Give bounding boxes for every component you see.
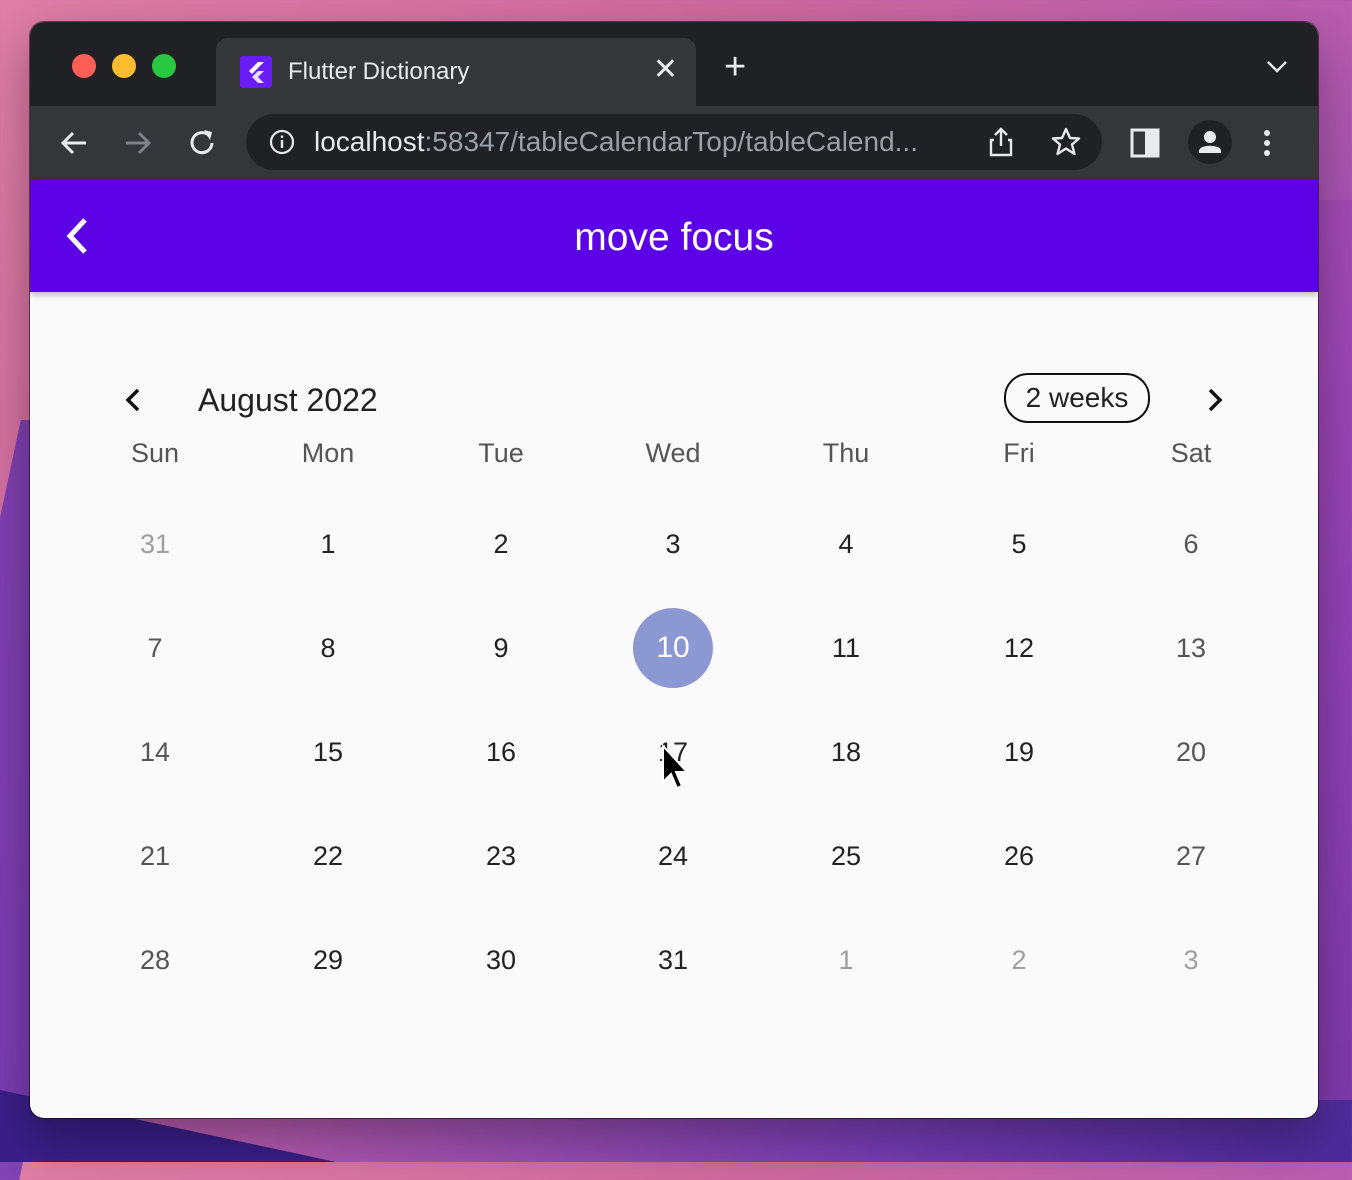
share-icon[interactable] [986, 126, 1016, 158]
day-cell[interactable]: 20 [1111, 732, 1271, 772]
person-icon [1199, 131, 1221, 153]
tab-search-chevron-icon[interactable] [1266, 60, 1288, 74]
back-arrow-icon[interactable] [56, 125, 92, 161]
weekday-label: Mon [301, 438, 355, 468]
tab-title: Flutter Dictionary [288, 58, 470, 85]
address-bar[interactable]: localhost:58347/tableCalendarTop/tableCa… [246, 114, 1102, 170]
weekday-label: Sat [1170, 438, 1212, 468]
side-panel-icon[interactable] [1130, 128, 1162, 158]
calendar-header: August 2022 2 weeks [0, 370, 1352, 430]
new-tab-icon[interactable]: + [724, 48, 746, 86]
url-text[interactable]: localhost:58347/tableCalendarTop/tableCa… [314, 126, 918, 158]
outside-day-cell[interactable]: 2 [939, 940, 1099, 980]
weekday-label: Fri [1003, 438, 1035, 468]
next-month-chevron-icon[interactable] [1196, 382, 1232, 418]
day-cell[interactable]: 5 [939, 524, 1099, 564]
day-cell[interactable]: 16 [421, 732, 581, 772]
day-cell[interactable]: 18 [766, 732, 926, 772]
weekday-label: Thu [822, 438, 870, 468]
day-cell[interactable]: 13 [1111, 628, 1271, 668]
day-cell[interactable]: 26 [939, 836, 1099, 876]
day-cell[interactable]: 23 [421, 836, 581, 876]
weekday-label: Sun [130, 438, 180, 468]
close-tab-icon[interactable]: ✕ [653, 55, 678, 85]
day-cell[interactable]: 27 [1111, 836, 1271, 876]
reload-icon[interactable] [184, 125, 220, 161]
bookmark-star-icon[interactable] [1050, 126, 1082, 158]
browser-toolbar: localhost:58347/tableCalendarTop/tableCa… [30, 106, 1318, 180]
day-cell[interactable]: 11 [766, 628, 926, 668]
minimize-window-button[interactable] [112, 54, 136, 78]
day-cell[interactable]: 12 [939, 628, 1099, 668]
day-cell[interactable]: 24 [593, 836, 753, 876]
outside-day-cell[interactable]: 3 [1111, 940, 1271, 980]
info-icon[interactable] [268, 128, 296, 156]
forward-arrow-icon[interactable] [120, 125, 156, 161]
day-cell[interactable]: 19 [939, 732, 1099, 772]
app-bar: move focus [30, 180, 1318, 292]
day-cell[interactable]: 4 [766, 524, 926, 564]
day-cell[interactable]: 22 [248, 836, 408, 876]
month-title: August 2022 [198, 382, 378, 418]
browser-tab[interactable]: Flutter Dictionary ✕ [216, 38, 696, 106]
day-cell[interactable]: 8 [248, 628, 408, 668]
outside-day-cell[interactable]: 1 [766, 940, 926, 980]
day-cell[interactable]: 1 [248, 524, 408, 564]
day-cell[interactable]: 28 [75, 940, 235, 980]
day-cell[interactable]: 29 [248, 940, 408, 980]
outside-day-cell[interactable]: 31 [75, 524, 235, 564]
mouse-cursor-icon [662, 744, 690, 790]
day-cell[interactable]: 31 [593, 940, 753, 980]
tab-strip: Flutter Dictionary ✕ + [30, 22, 1318, 106]
page-title: move focus [574, 216, 774, 259]
day-cell[interactable]: 14 [75, 732, 235, 772]
day-cell[interactable]: 2 [421, 524, 581, 564]
previous-month-chevron-icon[interactable] [116, 382, 152, 418]
day-cell[interactable]: 7 [75, 628, 235, 668]
selected-day-cell[interactable]: 10 [633, 608, 713, 688]
day-cell[interactable]: 15 [248, 732, 408, 772]
day-cell[interactable]: 30 [421, 940, 581, 980]
day-cell[interactable]: 25 [766, 836, 926, 876]
format-toggle-button[interactable]: 2 weeks [1004, 373, 1150, 423]
close-window-button[interactable] [72, 54, 96, 78]
day-cell[interactable]: 3 [593, 524, 753, 564]
flutter-icon [240, 56, 272, 88]
day-cell[interactable]: 6 [1111, 524, 1271, 564]
maximize-window-button[interactable] [152, 54, 176, 78]
more-menu-icon[interactable] [1260, 126, 1274, 160]
weekday-label: Tue [478, 438, 524, 468]
weekday-label: Wed [645, 438, 701, 468]
day-cell[interactable]: 9 [421, 628, 581, 668]
profile-avatar[interactable] [1188, 120, 1232, 164]
day-cell[interactable]: 21 [75, 836, 235, 876]
